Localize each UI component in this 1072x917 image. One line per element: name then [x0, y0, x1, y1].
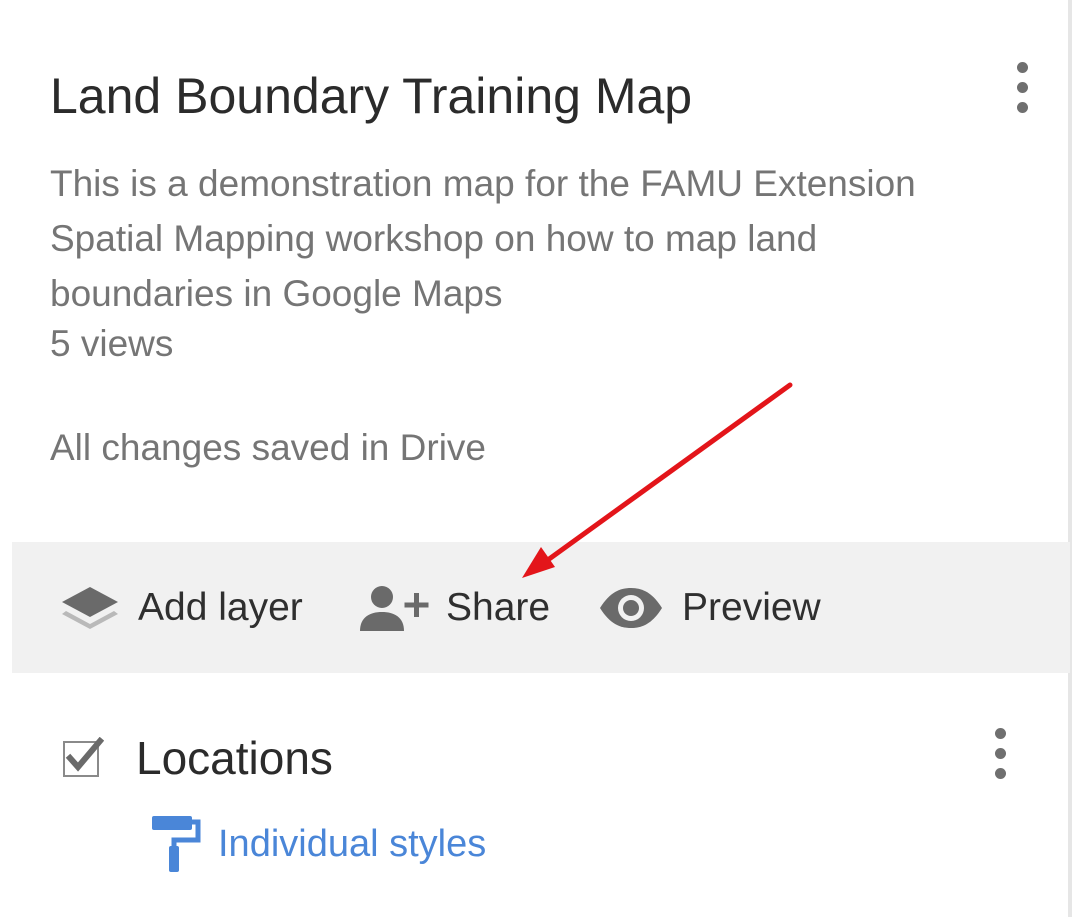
map-description[interactable]: This is a demonstration map for the FAMU… — [50, 156, 1010, 321]
map-title[interactable]: Land Boundary Training Map — [50, 66, 692, 126]
share-label: Share — [446, 585, 551, 629]
add-layer-label: Add layer — [138, 585, 303, 629]
layer-row-locations: Locations — [62, 726, 333, 790]
map-details-panel: Land Boundary Training Map This is a dem… — [0, 0, 1072, 917]
individual-styles-label: Individual styles — [218, 822, 487, 865]
save-status: All changes saved in Drive — [50, 427, 486, 468]
person-add-icon — [360, 585, 429, 631]
map-options-menu-icon[interactable] — [1012, 62, 1032, 113]
preview-label: Preview — [682, 585, 821, 629]
share-button[interactable]: Share — [358, 542, 550, 673]
layer-visibility-checkbox[interactable] — [62, 737, 104, 779]
preview-button[interactable]: Preview — [598, 542, 821, 673]
paint-roller-icon — [152, 816, 201, 872]
add-layer-button[interactable]: Add layer — [60, 542, 303, 673]
layers-icon — [62, 586, 118, 629]
layer-options-menu-icon[interactable] — [990, 728, 1010, 779]
map-toolbar: Add layer Share Preview — [12, 542, 1070, 673]
panel-edge — [1068, 0, 1072, 917]
layer-name[interactable]: Locations — [136, 731, 333, 785]
eye-icon — [600, 587, 662, 628]
individual-styles-link[interactable]: Individual styles — [150, 812, 486, 876]
view-count: 5 views — [50, 323, 174, 364]
